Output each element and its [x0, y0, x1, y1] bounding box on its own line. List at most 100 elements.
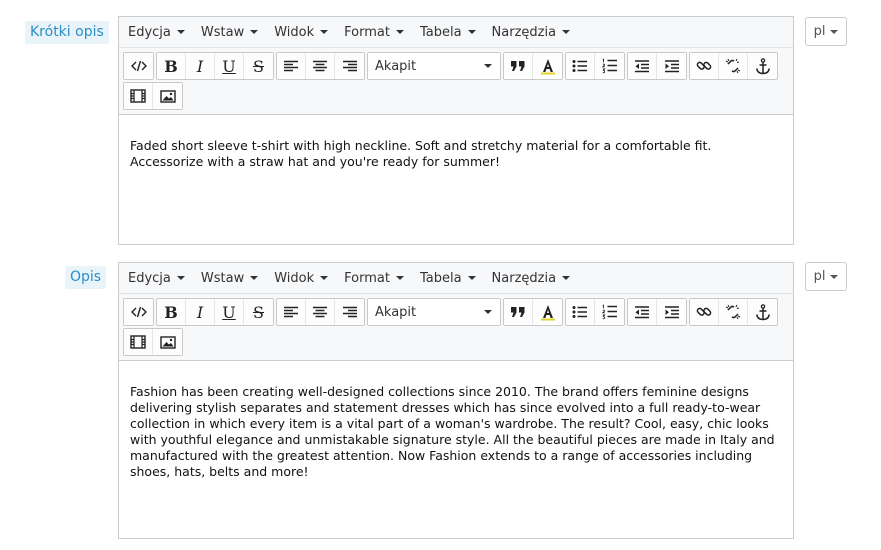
menu-label: Tabela: [419, 270, 462, 286]
description-editor: Edycja Wstaw Widok Format Tabela Narzędz…: [118, 262, 794, 539]
btn-group-indent: [627, 52, 687, 80]
language-dropdown[interactable]: pl: [805, 262, 847, 291]
align-right-button[interactable]: [335, 299, 364, 325]
menu-label: Edycja: [128, 24, 171, 40]
anchor-button[interactable]: [748, 53, 777, 79]
chevron-down-icon: [395, 276, 404, 280]
blockquote-button[interactable]: [504, 53, 533, 79]
text-color-icon: [540, 305, 555, 321]
chevron-down-icon: [176, 276, 185, 280]
block-format-select[interactable]: Akapit: [368, 299, 500, 325]
strikethrough-button[interactable]: S: [244, 53, 273, 79]
menu-label: Format: [344, 270, 390, 286]
menu-view[interactable]: Widok: [269, 271, 333, 286]
outdent-button[interactable]: [628, 299, 657, 325]
insert-image-button[interactable]: [153, 83, 182, 109]
underline-icon: U: [222, 302, 236, 322]
source-code-button[interactable]: [124, 299, 153, 325]
chevron-down-icon: [176, 30, 185, 34]
underline-button[interactable]: U: [215, 53, 244, 79]
menu-view[interactable]: Widok: [269, 25, 333, 40]
chevron-down-icon: [395, 30, 404, 34]
blockquote-button[interactable]: [504, 299, 533, 325]
italic-icon: I: [196, 302, 204, 322]
text-color-button[interactable]: [533, 299, 562, 325]
editor-toolbar: Edycja Wstaw Widok Format Tabela Narzędz…: [119, 263, 793, 361]
align-left-icon: [284, 306, 298, 318]
unlink-button[interactable]: [719, 53, 748, 79]
numbered-list-button[interactable]: [595, 53, 624, 79]
outdent-icon: [635, 305, 649, 318]
chevron-down-icon: [562, 30, 571, 34]
align-left-button[interactable]: [277, 299, 306, 325]
align-center-icon: [313, 306, 327, 318]
bold-button[interactable]: B: [157, 53, 186, 79]
menu-label: Widok: [274, 270, 315, 286]
menu-label: Wstaw: [200, 24, 245, 40]
numbered-list-button[interactable]: [595, 299, 624, 325]
menu-label: Format: [344, 24, 390, 40]
btn-group-lists: [565, 298, 625, 326]
chevron-down-icon: [830, 29, 839, 34]
language-value: pl: [813, 24, 826, 39]
menu-edit[interactable]: Edycja: [123, 25, 190, 40]
source-code-icon: [130, 306, 147, 318]
toolbar-row: [121, 327, 793, 357]
menu-table[interactable]: Tabela: [415, 25, 481, 40]
block-format-value: Akapit: [375, 58, 417, 74]
strikethrough-icon: S: [253, 302, 264, 322]
strikethrough-icon: S: [253, 56, 264, 76]
menu-format[interactable]: Format: [339, 271, 409, 286]
align-center-button[interactable]: [306, 53, 335, 79]
source-code-icon: [130, 60, 147, 72]
indent-button[interactable]: [657, 299, 686, 325]
block-format-select[interactable]: Akapit: [368, 53, 500, 79]
underline-button[interactable]: U: [215, 299, 244, 325]
menu-label: Widok: [274, 24, 315, 40]
unlink-button[interactable]: [719, 299, 748, 325]
menu-insert[interactable]: Wstaw: [196, 271, 263, 286]
link-button[interactable]: [690, 299, 719, 325]
editor-toolbar: Edycja Wstaw Widok Format Tabela Narzędz…: [119, 17, 793, 115]
align-right-button[interactable]: [335, 53, 364, 79]
indent-button[interactable]: [657, 53, 686, 79]
editor-content[interactable]: Faded short sleeve t-shirt with high nec…: [119, 115, 793, 180]
btn-group-code: [123, 298, 154, 326]
menu-tools[interactable]: Narzędzia: [487, 25, 576, 40]
source-code-button[interactable]: [124, 53, 153, 79]
menu-label: Edycja: [128, 270, 171, 286]
strikethrough-button[interactable]: S: [244, 299, 273, 325]
insert-media-button[interactable]: [124, 83, 153, 109]
bullet-list-button[interactable]: [566, 299, 595, 325]
menu-format[interactable]: Format: [339, 25, 409, 40]
link-icon: [696, 307, 712, 316]
chevron-down-icon: [484, 64, 492, 68]
chevron-down-icon: [467, 276, 476, 280]
btn-group-text-style: B I U S: [156, 52, 274, 80]
language-dropdown[interactable]: pl: [805, 17, 847, 46]
bold-button[interactable]: B: [157, 299, 186, 325]
chevron-down-icon: [484, 310, 492, 314]
toolbar-buttons: B I U S Akapit: [119, 294, 793, 360]
italic-button[interactable]: I: [186, 299, 215, 325]
editor-content[interactable]: Fashion has been creating well-designed …: [119, 361, 793, 490]
text-color-button[interactable]: [533, 53, 562, 79]
outdent-button[interactable]: [628, 53, 657, 79]
anchor-button[interactable]: [748, 299, 777, 325]
menu-insert[interactable]: Wstaw: [196, 25, 263, 40]
italic-icon: I: [196, 56, 204, 76]
menu-table[interactable]: Tabela: [415, 271, 481, 286]
menu-tools[interactable]: Narzędzia: [487, 271, 576, 286]
menu-edit[interactable]: Edycja: [123, 271, 190, 286]
unlink-icon: [725, 304, 741, 320]
align-center-button[interactable]: [306, 299, 335, 325]
link-button[interactable]: [690, 53, 719, 79]
menu-label: Narzędzia: [491, 270, 557, 286]
toolbar-row: [121, 81, 793, 111]
bullet-list-button[interactable]: [566, 53, 595, 79]
btn-group-align: [276, 52, 365, 80]
insert-image-button[interactable]: [153, 329, 182, 355]
italic-button[interactable]: I: [186, 53, 215, 79]
insert-media-button[interactable]: [124, 329, 153, 355]
align-left-button[interactable]: [277, 53, 306, 79]
